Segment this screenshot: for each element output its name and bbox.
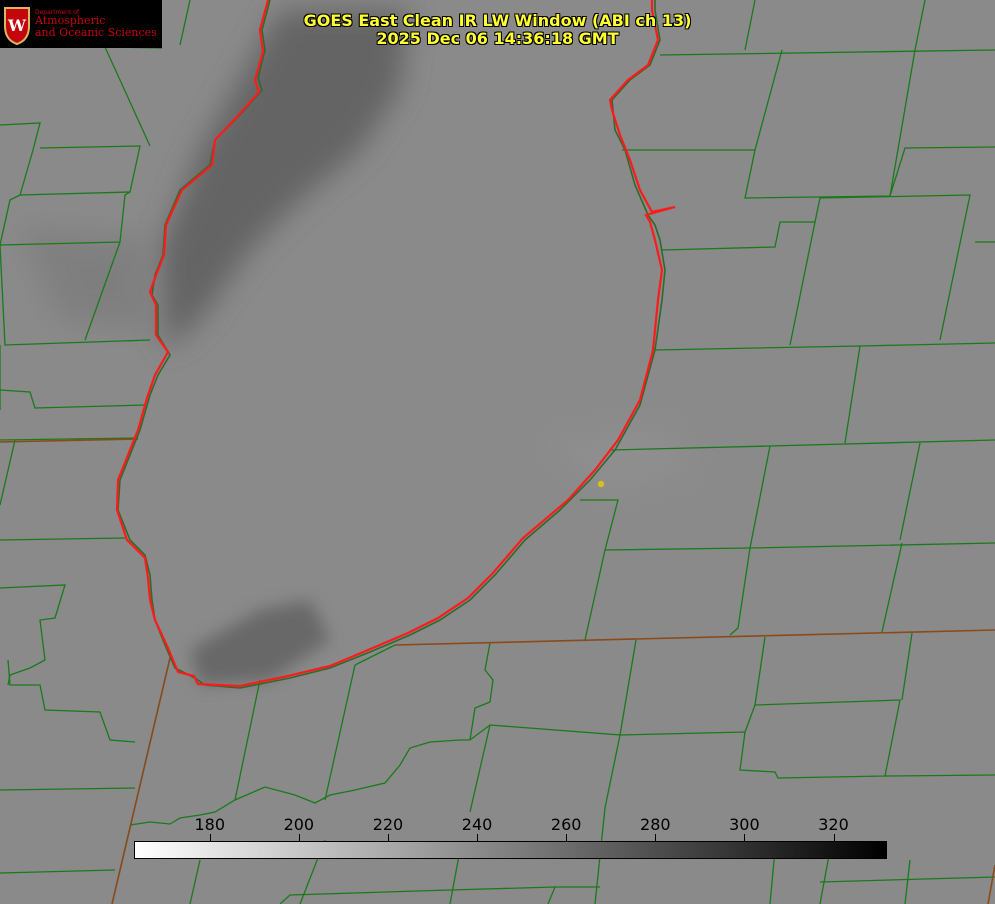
colorbar-tick-label: 240 [461, 815, 493, 834]
colorbar-tick-mark [298, 834, 300, 841]
colorbar-tick-label: 180 [194, 815, 225, 834]
ir-background [0, 0, 995, 904]
colorbar-tick-mark [209, 834, 211, 841]
colorbar [134, 841, 887, 859]
colorbar-tick-label: 200 [283, 815, 315, 834]
seal-letter: W [7, 16, 27, 35]
colorbar-tick-mark [477, 834, 479, 841]
aos-logo: W Department of Atmospheric and Oceanic … [0, 0, 162, 48]
colorbar-tick-mark [387, 834, 389, 841]
colorbar-tick-mark [655, 834, 657, 841]
logo-line-2: and Oceanic Sciences [35, 26, 157, 39]
colorbar-tick-label: 320 [818, 815, 849, 834]
colorbar-tick-label: 220 [372, 815, 404, 834]
colorbar-tick-mark [744, 834, 746, 841]
satellite-map [0, 0, 995, 904]
colorbar-tick-mark [566, 834, 568, 841]
site-marker [597, 480, 605, 488]
colorbar-tick-label: 300 [729, 815, 760, 834]
colorbar-tick-label: 260 [550, 815, 582, 834]
uw-seal-icon: W [4, 7, 30, 46]
colorbar-tick-label: 280 [640, 815, 671, 834]
colorbar-tick-mark [833, 834, 835, 841]
